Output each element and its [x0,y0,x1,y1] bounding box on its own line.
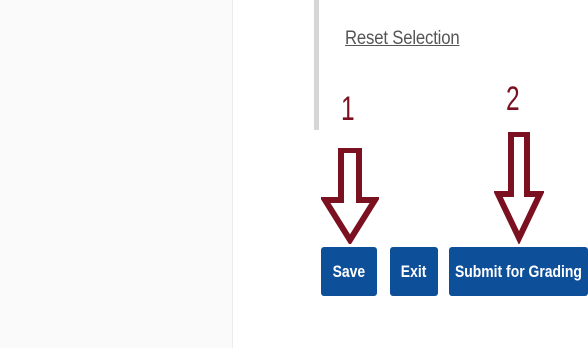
submit-for-grading-button[interactable]: Submit for Grading [449,247,588,296]
reset-selection-link[interactable]: Reset Selection [345,28,460,50]
down-arrow-icon [494,132,544,244]
panel-divider [232,0,233,348]
left-panel [0,0,232,348]
exit-button[interactable]: Exit [390,247,438,296]
submit-button-label: Submit for Grading [455,261,583,281]
save-button[interactable]: Save [321,247,377,296]
save-button-label: Save [332,261,366,281]
step-number-1: 1 [341,90,355,128]
selection-box [314,0,588,130]
exit-button-label: Exit [401,261,427,281]
down-arrow-icon [321,148,379,244]
step-number-2: 2 [506,80,520,118]
